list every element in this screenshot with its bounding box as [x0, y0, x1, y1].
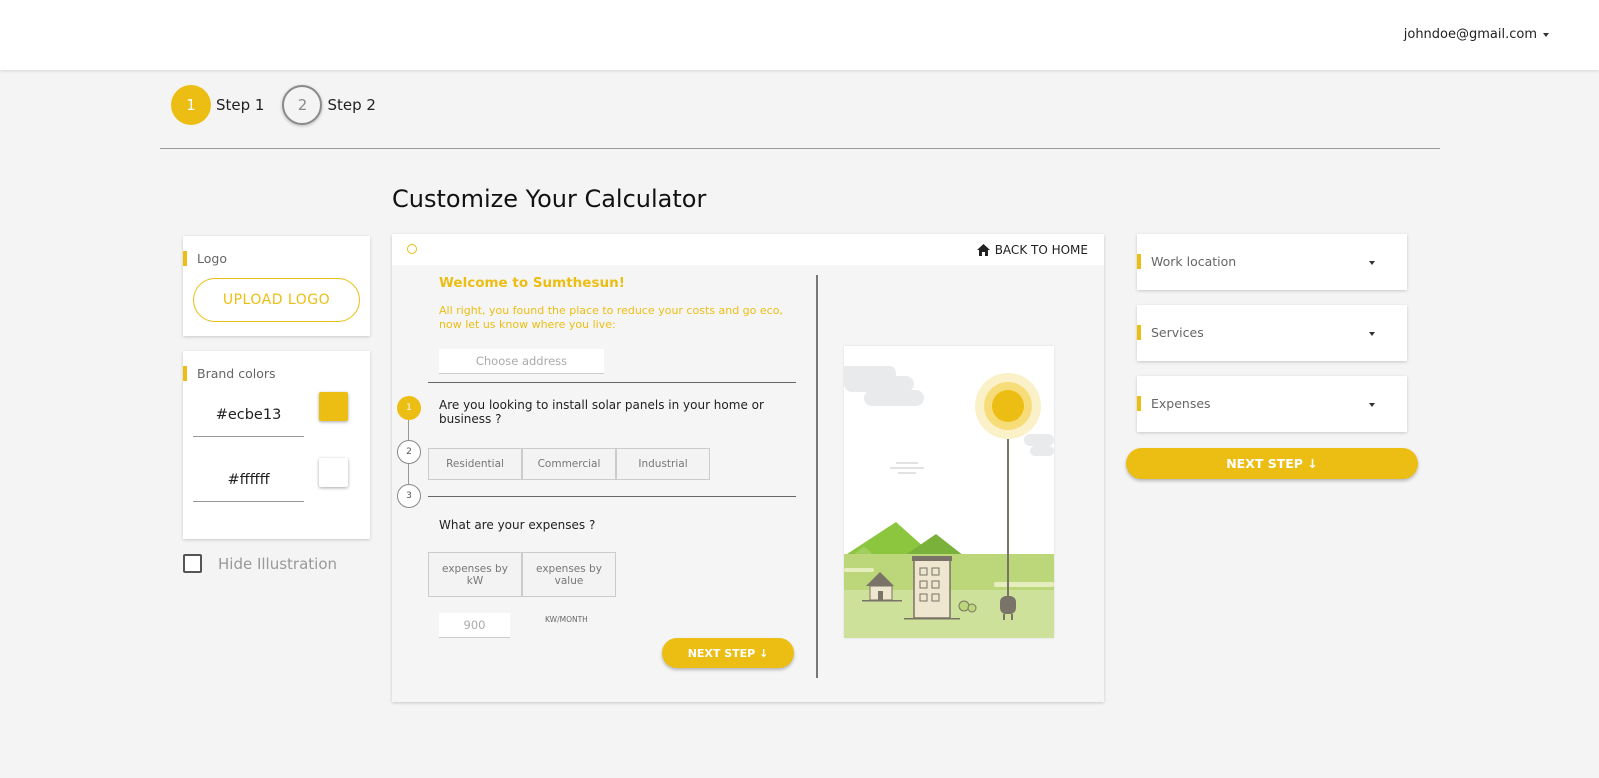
question-2: What are your expenses ?	[439, 518, 596, 532]
home-icon	[976, 244, 990, 256]
intro-text: All right, you found the place to reduce…	[439, 304, 783, 331]
next-step-button[interactable]: NEXT STEP ↓	[1126, 448, 1418, 479]
section-divider	[428, 382, 796, 383]
chevron-down-icon	[1369, 403, 1375, 407]
chevron-down-icon	[1369, 261, 1375, 265]
option-industrial[interactable]: Industrial	[616, 448, 710, 480]
kw-unit-label: KW/MONTH	[545, 615, 588, 624]
page-title: Customize Your Calculator	[392, 185, 707, 213]
expenses-dropdown[interactable]: Expenses	[1137, 376, 1407, 432]
section-divider	[428, 496, 796, 497]
option-expenses-by-kw[interactable]: expenses by kW	[428, 552, 522, 597]
preview-logo	[407, 244, 420, 254]
brand-colors-label: Brand colors	[183, 366, 276, 381]
step-1-circle: 1	[171, 85, 211, 125]
upload-logo-button[interactable]: UPLOAD LOGO	[193, 278, 360, 322]
stepper-divider	[160, 148, 1440, 149]
secondary-color-swatch[interactable]	[319, 458, 348, 487]
chevron-down-icon	[1543, 32, 1549, 37]
question-step-1: 1	[397, 396, 421, 420]
back-to-home-label: BACK TO HOME	[994, 243, 1088, 257]
preview-vertical-divider	[816, 275, 818, 678]
primary-color-input[interactable]: #ecbe13	[193, 393, 304, 437]
calculator-preview: BACK TO HOME Welcome to Sumthesun! All r…	[392, 234, 1104, 702]
expenses-label: Expenses	[1137, 396, 1211, 411]
city-sun-illustration	[844, 346, 1054, 638]
stepper: 1 Step 1 2 Step 2	[171, 85, 394, 125]
question-step-3: 3	[397, 484, 421, 508]
work-location-label: Work location	[1137, 254, 1236, 269]
question-1: Are you looking to install solar panels …	[439, 398, 764, 426]
brand-colors-card: Brand colors #ecbe13 #ffffff	[183, 351, 370, 539]
address-input[interactable]: Choose address	[439, 349, 604, 374]
services-label: Services	[1137, 325, 1204, 340]
question-step-2: 2	[397, 440, 421, 464]
step-1-label: Step 1	[216, 96, 265, 114]
option-expenses-by-value[interactable]: expenses by value	[522, 552, 616, 597]
preview-next-step-button[interactable]: NEXT STEP ↓	[662, 638, 794, 668]
step-2-circle: 2	[282, 85, 323, 125]
option-residential[interactable]: Residential	[428, 448, 522, 480]
secondary-color-input[interactable]: #ffffff	[193, 458, 304, 502]
work-location-dropdown[interactable]: Work location	[1137, 234, 1407, 290]
option-commercial[interactable]: Commercial	[522, 448, 616, 480]
hide-illustration-label: Hide Illustration	[218, 554, 338, 573]
step-2[interactable]: 2 Step 2	[282, 85, 376, 125]
chevron-down-icon	[1369, 332, 1375, 336]
user-menu[interactable]: johndoe@gmail.com	[1404, 27, 1549, 42]
step-2-label: Step 2	[327, 96, 376, 114]
back-to-home-link[interactable]: BACK TO HOME	[976, 243, 1088, 257]
sun-logo-icon	[407, 244, 417, 254]
welcome-title: Welcome to Sumthesun!	[439, 275, 625, 291]
step-1[interactable]: 1 Step 1	[171, 85, 264, 125]
top-bar: johndoe@gmail.com	[0, 0, 1599, 70]
hide-illustration-checkbox[interactable]	[183, 554, 202, 573]
step-connector	[408, 420, 409, 440]
preview-header: BACK TO HOME	[392, 234, 1104, 265]
primary-color-swatch[interactable]	[319, 392, 348, 421]
services-dropdown[interactable]: Services	[1137, 305, 1407, 361]
user-email: johndoe@gmail.com	[1403, 27, 1537, 42]
kw-input[interactable]: 900	[439, 613, 510, 638]
hide-illustration-toggle[interactable]: Hide Illustration	[183, 554, 337, 573]
solar-illustration	[844, 346, 1054, 638]
step-connector	[408, 464, 409, 484]
logo-card: Logo UPLOAD LOGO	[183, 236, 370, 336]
logo-label: Logo	[183, 251, 227, 266]
